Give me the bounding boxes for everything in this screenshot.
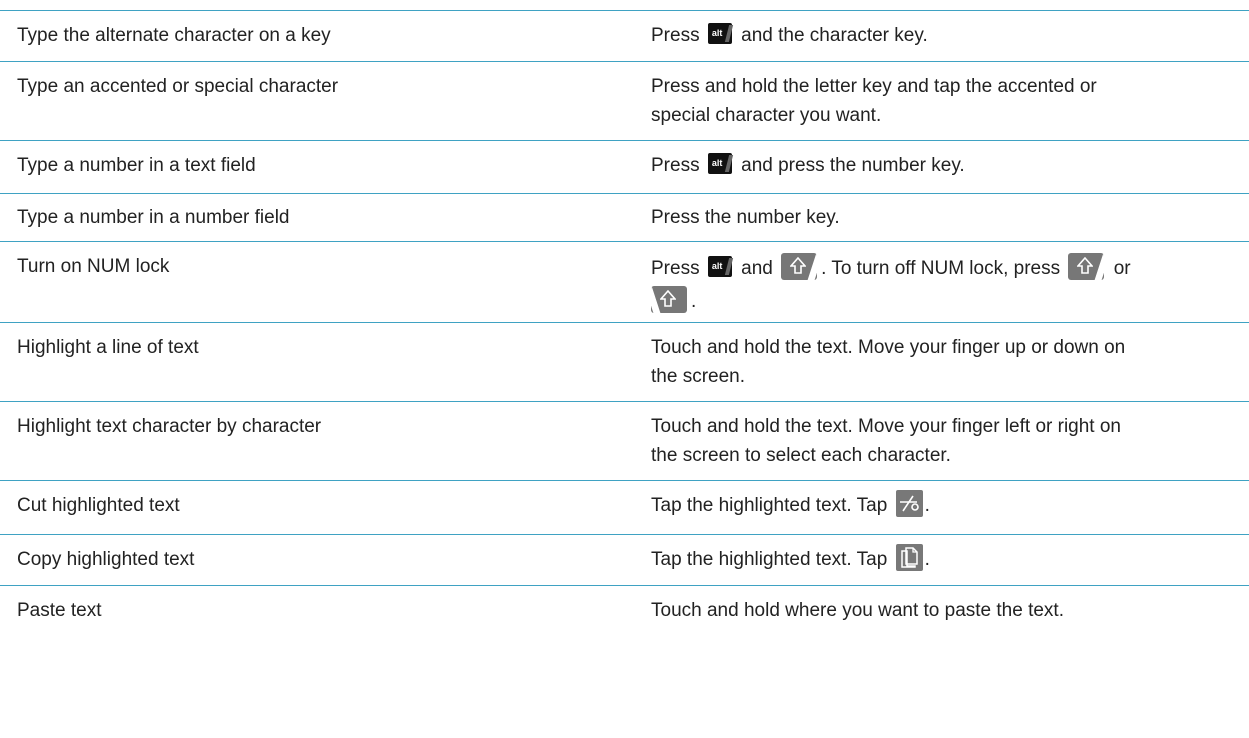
- result-text: Tap the highlighted text. Tap: [651, 495, 888, 516]
- alt-key-icon: alt: [707, 23, 733, 45]
- table-row: Type an accented or special character Pr…: [0, 62, 1249, 141]
- result-text: and press the number key.: [741, 155, 965, 176]
- action-cell: Cut highlighted text: [17, 495, 180, 516]
- action-cell: Turn on NUM lock: [17, 256, 170, 277]
- action-cell: Type a number in a text field: [17, 155, 256, 176]
- alt-key-icon: alt: [707, 256, 733, 278]
- table-row: Paste text Touch and hold where you want…: [0, 586, 1249, 636]
- right-shift-key-icon: [781, 253, 818, 281]
- result-cell: Press the number key.: [651, 207, 840, 228]
- right-shift-key-icon: [1068, 253, 1105, 281]
- result-text: and the character key.: [741, 25, 928, 46]
- alt-key-label: alt: [711, 158, 723, 169]
- action-cell: Type a number in a number field: [17, 207, 290, 228]
- result-text: .: [924, 549, 930, 570]
- result-text: Tap the highlighted text. Tap: [651, 549, 888, 570]
- result-cell: Touch and hold where you want to paste t…: [651, 600, 1064, 621]
- result-text: the screen.: [651, 366, 745, 387]
- result-text: or: [1113, 258, 1131, 279]
- result-text: special character you want.: [651, 105, 882, 126]
- action-cell: Copy highlighted text: [17, 549, 195, 570]
- alt-key-label: alt: [711, 261, 723, 272]
- result-text: .: [691, 291, 697, 312]
- result-text: the screen to select each character.: [651, 445, 951, 466]
- table-row: Type the alternate character on a key Pr…: [0, 11, 1249, 62]
- alt-key-icon: alt: [707, 153, 733, 175]
- table-row: Cut highlighted text Tap the highlighted…: [0, 481, 1249, 535]
- table-row: Turn on NUM lock Press alt and . To turn…: [0, 242, 1249, 323]
- result-cell: Touch and hold the text. Move your finge…: [651, 333, 1241, 391]
- result-cell: Tap the highlighted text. Tap .: [651, 544, 1241, 574]
- action-cell: Type an accented or special character: [17, 76, 339, 97]
- result-text: Press: [651, 155, 700, 176]
- table-row: Copy highlighted text Tap the highlighte…: [0, 535, 1249, 586]
- result-cell: Tap the highlighted text. Tap .: [651, 490, 1241, 520]
- scissors-icon: [895, 490, 923, 518]
- result-text: Press: [651, 258, 700, 279]
- action-cell: Highlight text character by character: [17, 416, 322, 437]
- result-cell: Press alt and press the number key.: [651, 151, 1241, 180]
- table-row: Highlight text character by character To…: [0, 402, 1249, 481]
- result-cell: Touch and hold the text. Move your finge…: [651, 412, 1241, 470]
- result-text: Press: [651, 25, 700, 46]
- left-shift-key-icon: [651, 286, 687, 314]
- result-text: . To turn off NUM lock, press: [821, 258, 1061, 279]
- action-cell: Highlight a line of text: [17, 337, 199, 358]
- result-text: Touch and hold the text. Move your finge…: [651, 416, 1121, 437]
- keyboard-shortcuts-table: Type the alternate character on a key Pr…: [0, 10, 1249, 636]
- result-text: Press and hold the letter key and tap th…: [651, 76, 1097, 97]
- result-cell: Press alt and . To turn off NUM lock, pr…: [651, 252, 1241, 318]
- result-cell: Press alt and the character key.: [651, 21, 1241, 50]
- result-text: Touch and hold the text. Move your finge…: [651, 337, 1126, 358]
- alt-key-label: alt: [711, 28, 723, 39]
- table-row: Highlight a line of text Touch and hold …: [0, 323, 1249, 402]
- result-text: and: [741, 258, 773, 279]
- action-cell: Paste text: [17, 600, 102, 621]
- action-cell: Type the alternate character on a key: [17, 25, 331, 46]
- result-cell: Press and hold the letter key and tap th…: [651, 72, 1241, 130]
- result-text: .: [924, 495, 930, 516]
- table-row: Type a number in a number field Press th…: [0, 194, 1249, 242]
- table-row: Type a number in a text field Press alt …: [0, 141, 1249, 194]
- copy-icon: [895, 544, 923, 572]
